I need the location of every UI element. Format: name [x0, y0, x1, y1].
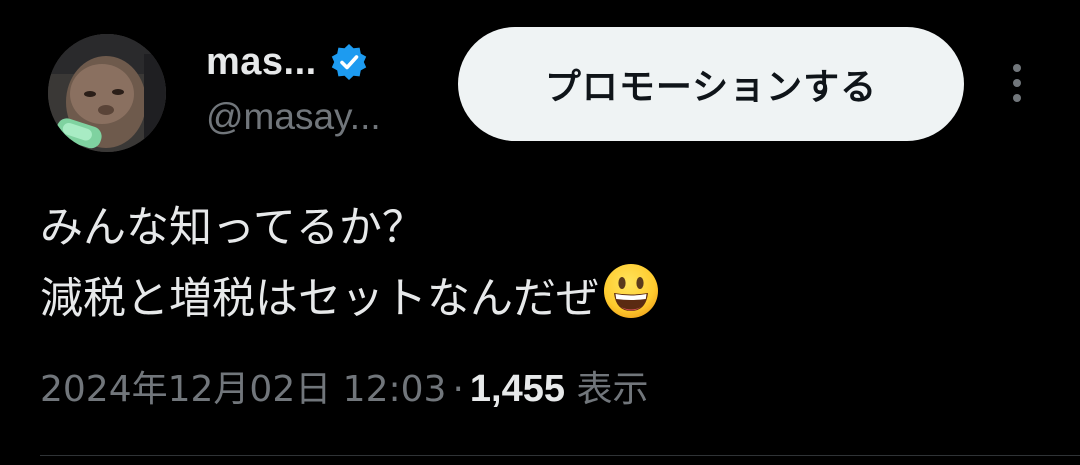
tweet-card: mas... @masay... プロモーションする みんな知ってるか？ 減税と…: [0, 0, 1080, 465]
author-handle[interactable]: @masay...: [206, 96, 381, 138]
author-name-row: mas...: [206, 40, 369, 84]
avatar[interactable]: [48, 34, 166, 152]
tweet-timestamp[interactable]: 2024年12月02日 12:03: [40, 369, 446, 410]
tweet-meta: 2024年12月02日 12:03 · 1,455 表示: [40, 360, 648, 412]
views-count: 1,455: [469, 368, 565, 410]
promote-button[interactable]: プロモーションする: [458, 27, 964, 141]
tweet-text-line-content: 減税と増税はセットなんだぜ: [40, 274, 599, 324]
tweet-text-line-2: 減税と増税はセットなんだぜ: [40, 261, 1040, 332]
verified-badge-icon: [329, 42, 369, 82]
more-vertical-icon[interactable]: [1000, 58, 1034, 108]
avatar-image: [48, 34, 166, 152]
views-label: 表示: [576, 369, 649, 410]
tweet-text: みんな知ってるか？ 減税と増税はセットなんだぜ: [40, 195, 1040, 332]
promote-button-label: プロモーションする: [544, 67, 878, 108]
grinning-face-icon: [601, 261, 661, 321]
author-display-name[interactable]: mas...: [206, 41, 317, 84]
tweet-text-line: みんな知ってるか？: [40, 203, 425, 253]
meta-separator: ·: [452, 369, 464, 410]
divider: [40, 455, 1080, 456]
